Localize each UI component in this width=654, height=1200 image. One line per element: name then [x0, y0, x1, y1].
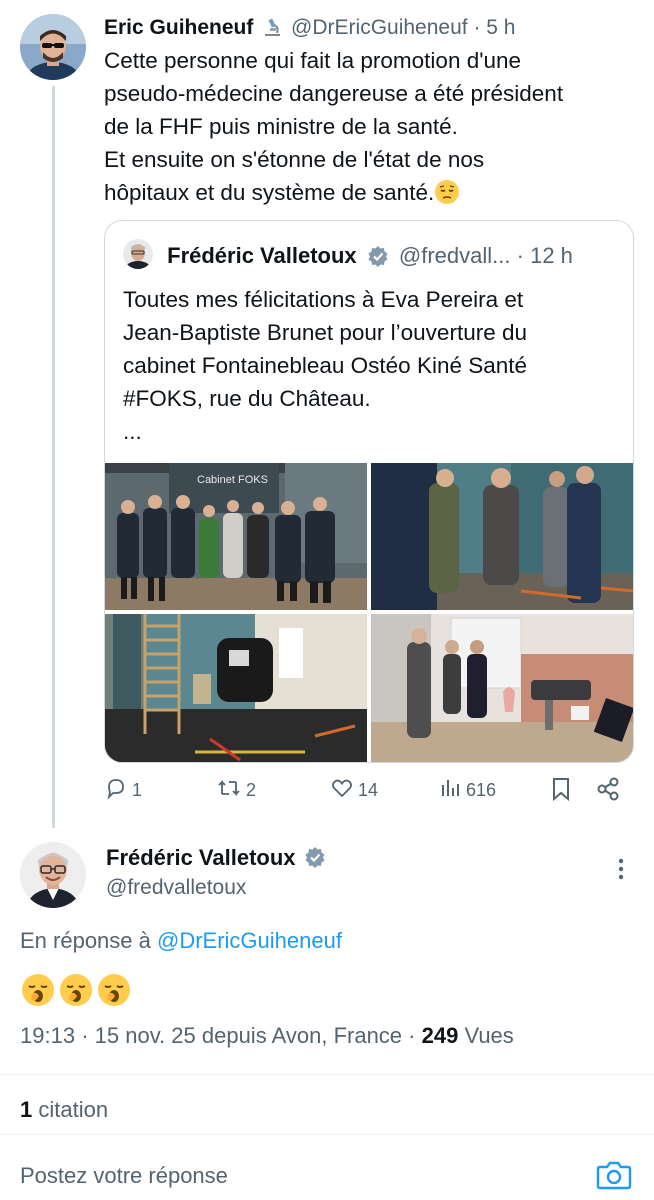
author-handle[interactable]: @DrEricGuiheneuf: [291, 16, 468, 39]
quotes-stat-link[interactable]: 1 citation: [20, 1094, 108, 1126]
reply-emoji-content: [20, 972, 132, 1013]
like-button[interactable]: 14: [330, 776, 378, 805]
reply-icon: [104, 776, 128, 805]
share-button[interactable]: [596, 776, 622, 807]
photo-treatment-room[interactable]: [371, 614, 633, 762]
photo-gym-equipment[interactable]: [105, 614, 367, 762]
quote-text-line: cabinet Fontainebleau Ostéo Kiné Santé: [123, 353, 528, 378]
share-icon: [596, 776, 622, 807]
repost-count: 2: [246, 780, 257, 800]
bookmark-icon: [550, 776, 572, 807]
reply-metadata: 19:13 · 15 nov. 25 depuis Avon, France ·…: [20, 1020, 514, 1052]
repost-icon: [216, 776, 242, 805]
photo-grid: Cabinet FOKS: [105, 463, 633, 762]
microscope-icon: [261, 15, 283, 37]
quote-text-line: Jean-Baptiste Brunet pour l’ouverture du: [123, 320, 527, 345]
more-vertical-icon: [612, 858, 630, 886]
quote-separator: ·: [516, 243, 524, 268]
views-count: 616: [466, 780, 497, 800]
heart-icon: [330, 776, 354, 805]
tweet-header: Eric Guiheneuf @DrEricGuiheneuf · 5 h: [104, 14, 516, 42]
pensive-face-emoji: [434, 179, 460, 205]
thread-connector-line: [52, 86, 55, 828]
quote-author-handle[interactable]: @fredvall...: [399, 243, 511, 268]
tweet-text-line-last: hôpitaux et du système de santé.: [104, 176, 644, 209]
quote-text: Toutes mes félicitations à Eva Pereira e…: [123, 283, 623, 448]
views-label: Vues: [464, 1023, 514, 1048]
views-total: 249: [421, 1023, 459, 1048]
avatar-frederic-valletoux[interactable]: [20, 842, 86, 908]
tweet-text: Cette personne qui fait la promotion d'u…: [104, 44, 644, 209]
verified-badge-icon: [304, 846, 326, 868]
reply-button[interactable]: 1: [104, 776, 142, 805]
yawning-face-emoji: [96, 972, 132, 1013]
quote-text-line: Toutes mes félicitations à Eva Pereira e…: [123, 287, 524, 312]
reply-composer-input[interactable]: Postez votre réponse: [20, 1160, 228, 1192]
repost-button[interactable]: 2: [216, 776, 256, 805]
tweet-text-line: de la FHF puis ministre de la santé.: [104, 114, 458, 139]
quote-time[interactable]: 12 h: [530, 243, 573, 268]
camera-icon: [596, 1161, 632, 1196]
quotes-count: 1: [20, 1097, 33, 1122]
post-date-location: 15 nov. 25 depuis Avon, France: [94, 1023, 403, 1048]
bookmark-button[interactable]: [550, 776, 572, 807]
author-name[interactable]: Eric Guiheneuf: [104, 16, 253, 39]
views-button[interactable]: 616: [440, 776, 496, 805]
divider: [0, 1134, 654, 1135]
reply-prefix: En réponse à: [20, 928, 151, 953]
reply-mention-link[interactable]: @DrEricGuiheneuf: [157, 928, 342, 953]
tweet-text-line: hôpitaux et du système de santé.: [104, 180, 435, 205]
tweet-text-line: Cette personne qui fait la promotion d'u…: [104, 48, 522, 73]
meta-separator: ·: [81, 1023, 89, 1048]
quote-text-line: #FOKS, rue du Château.: [123, 386, 371, 411]
meta-separator: ·: [408, 1023, 416, 1048]
reply-author-name[interactable]: Frédéric Valletoux: [106, 845, 296, 870]
quote-avatar[interactable]: [123, 239, 153, 269]
photo-sign-text: Cabinet FOKS: [197, 474, 268, 486]
avatar-eric-guiheneuf[interactable]: [20, 14, 86, 80]
post-time[interactable]: 19:13: [20, 1023, 75, 1048]
tweet-time[interactable]: 5 h: [486, 16, 515, 39]
reply-author-name-row: Frédéric Valletoux: [106, 843, 326, 873]
more-options-button[interactable]: [612, 856, 630, 887]
yawning-face-emoji: [58, 972, 94, 1013]
photo-group-cabinet-foks[interactable]: Cabinet FOKS: [105, 463, 367, 610]
camera-button[interactable]: [596, 1158, 632, 1197]
reply-context: En réponse à @DrEricGuiheneuf: [20, 925, 342, 957]
yawning-face-emoji: [20, 972, 56, 1013]
like-count: 14: [358, 780, 379, 800]
quotes-label: citation: [38, 1097, 109, 1122]
reply-count: 1: [132, 780, 143, 800]
divider: [0, 1074, 654, 1075]
reply-author-handle[interactable]: @fredvalletoux: [106, 873, 246, 903]
header-separator: ·: [473, 16, 481, 39]
tweet-action-bar: 1 2 14 616: [104, 776, 634, 810]
quote-text-ellipsis: ...: [123, 419, 142, 444]
verified-badge-icon: [367, 245, 389, 267]
tweet-text-line: pseudo-médecine dangereuse a été préside…: [104, 81, 564, 106]
tweet-text-line: Et ensuite on s'étonne de l'état de nos: [104, 147, 485, 172]
quoted-tweet-card[interactable]: Frédéric Valletoux @fredvall... · 12 h T…: [104, 220, 634, 763]
quote-header: Frédéric Valletoux @fredvall... · 12 h: [123, 239, 573, 271]
quote-author-name[interactable]: Frédéric Valletoux: [167, 243, 357, 268]
analytics-icon: [440, 776, 462, 805]
photo-visit-room[interactable]: [371, 463, 633, 610]
